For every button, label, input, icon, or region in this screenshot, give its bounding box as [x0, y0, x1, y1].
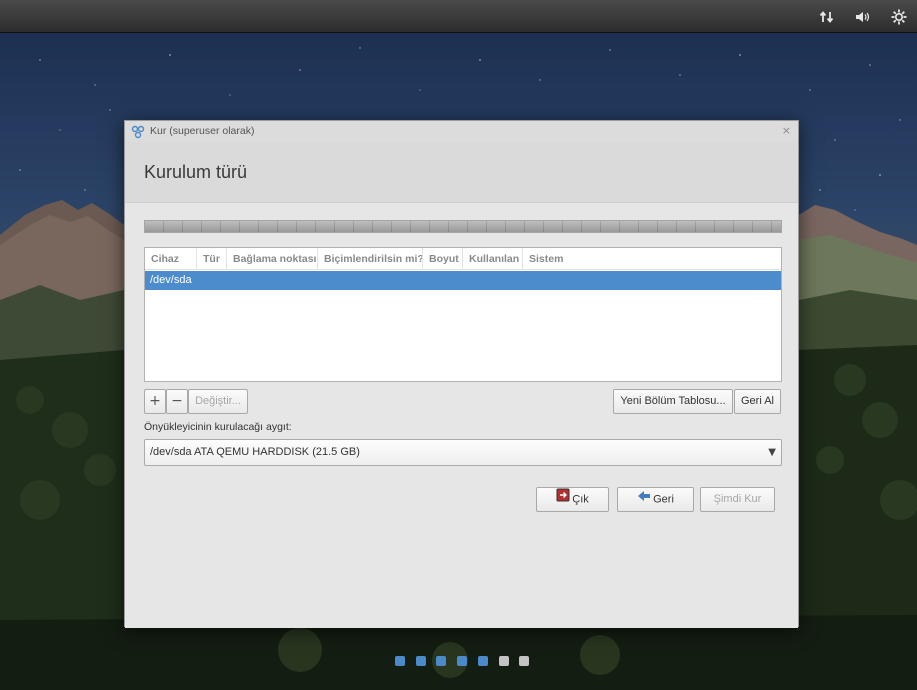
installer-window: Kur (superuser olarak) × Kurulum türü Ci…: [124, 120, 799, 666]
plus-icon: +: [149, 393, 161, 409]
column-header-format[interactable]: Biçimlendirilsin mi?: [318, 248, 423, 270]
column-header-device[interactable]: Cihaz: [145, 248, 197, 270]
bootloader-device-value: /dev/sda ATA QEMU HARDDISK (21.5 GB): [150, 446, 360, 458]
remove-partition-button[interactable]: −: [166, 389, 188, 414]
column-header-mount-point[interactable]: Bağlama noktası: [227, 248, 318, 270]
installation-type-content: Cihaz Tür Bağlama noktası Biçimlendirils…: [125, 203, 798, 666]
step-dot-pending: [498, 656, 509, 666]
quit-icon: [556, 488, 570, 511]
column-header-size[interactable]: Boyut: [423, 248, 463, 270]
table-header: Cihaz Tür Bağlama noktası Biçimlendirils…: [145, 248, 781, 270]
step-dot-complete: [457, 656, 468, 666]
gear-icon[interactable]: [890, 8, 908, 26]
step-dot-complete: [395, 656, 405, 666]
revert-button[interactable]: Geri Al: [734, 389, 781, 414]
top-panel: [0, 0, 917, 33]
quit-button[interactable]: Çık: [536, 487, 609, 512]
table-row[interactable]: /dev/sda: [145, 271, 781, 290]
back-label: Geri: [653, 493, 674, 506]
window-title: Kur (superuser olarak): [150, 125, 255, 137]
bootloader-device-select[interactable]: /dev/sda ATA QEMU HARDDISK (21.5 GB) ▼: [144, 439, 782, 466]
minus-icon: −: [171, 393, 183, 409]
step-dot-complete: [477, 656, 488, 666]
quit-label: Çık: [572, 493, 589, 506]
page-title: Kurulum türü: [144, 162, 248, 182]
install-now-button[interactable]: Şimdi Kur: [700, 487, 775, 512]
partition-table[interactable]: Cihaz Tür Bağlama noktası Biçimlendirils…: [144, 247, 782, 382]
close-icon[interactable]: ×: [782, 124, 791, 137]
page-header: Kurulum türü: [125, 142, 798, 203]
add-partition-button[interactable]: +: [144, 389, 166, 414]
back-arrow-icon: [637, 488, 651, 511]
change-partition-button[interactable]: Değiştir...: [188, 389, 248, 414]
network-transfer-icon[interactable]: [818, 8, 836, 26]
partition-bar: [144, 220, 782, 233]
window-titlebar[interactable]: Kur (superuser olarak) ×: [125, 121, 798, 142]
installer-app-icon: [131, 125, 145, 139]
bootloader-label: Önyükleyicinin kurulacağı aygıt:: [144, 421, 292, 433]
column-header-system[interactable]: Sistem: [523, 248, 783, 270]
step-dot-complete: [436, 656, 447, 666]
dropdown-arrow-icon: ▼: [768, 447, 776, 458]
step-dot-complete: [415, 656, 426, 666]
column-header-used[interactable]: Kullanılan: [463, 248, 523, 270]
volume-icon[interactable]: [854, 8, 872, 26]
column-header-type[interactable]: Tür: [197, 248, 227, 270]
step-dot-pending: [519, 656, 530, 666]
new-partition-table-button[interactable]: Yeni Bölüm Tablosu...: [613, 389, 733, 414]
back-button[interactable]: Geri: [617, 487, 694, 512]
